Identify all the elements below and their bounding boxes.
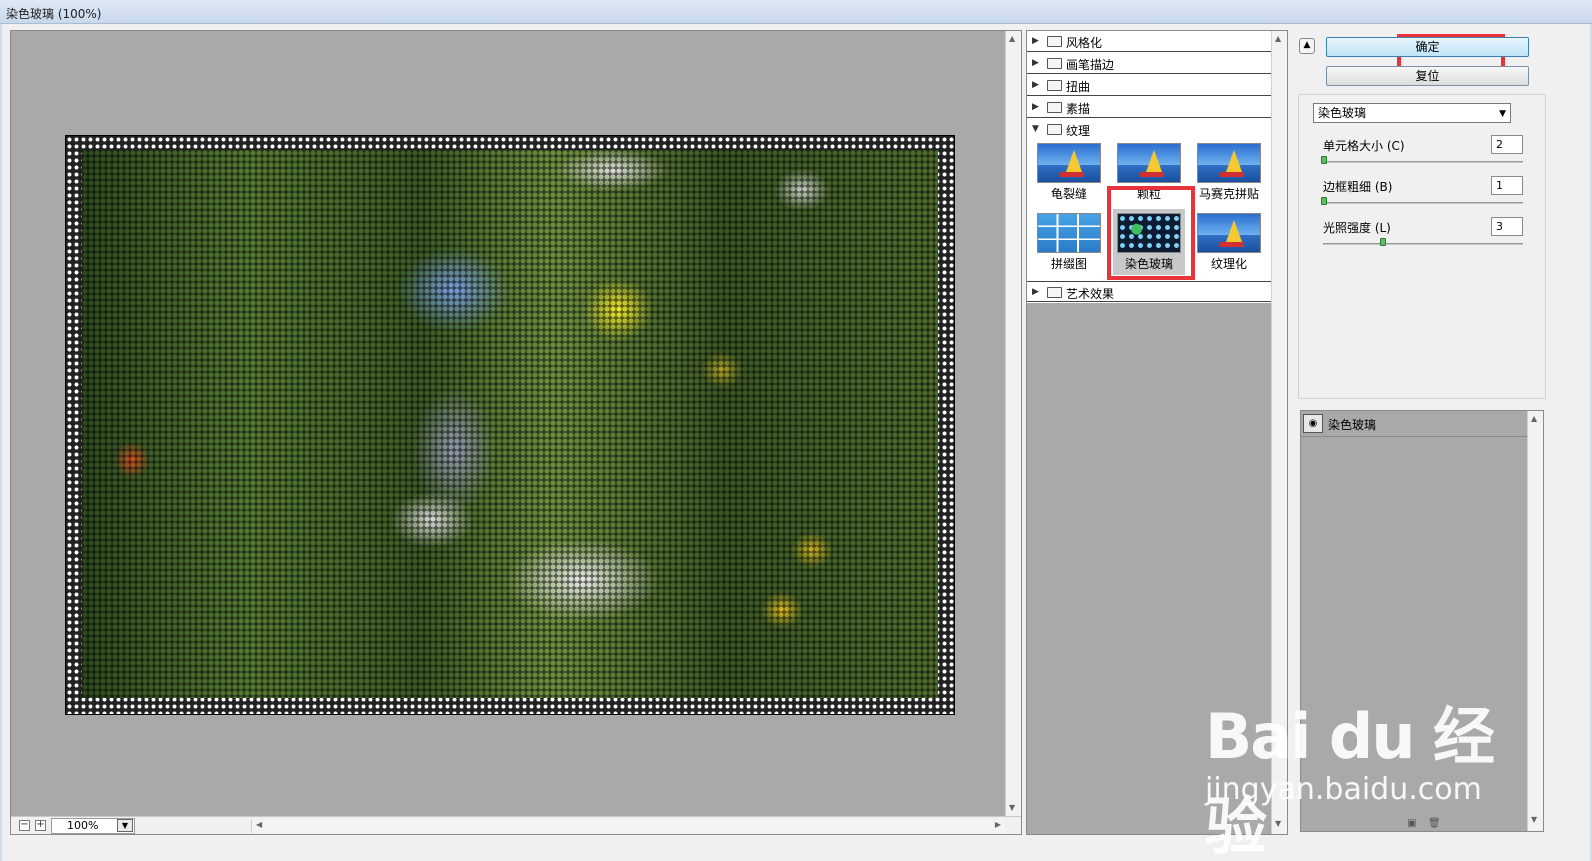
category-label: 纹理 bbox=[1066, 124, 1091, 138]
param-label: 光照强度 (L) bbox=[1323, 221, 1391, 235]
category-stylize[interactable]: ▶ 风格化 bbox=[1027, 31, 1271, 52]
filter-label: 龟裂缝 bbox=[1050, 187, 1087, 201]
scroll-up-icon[interactable]: ▲ bbox=[1009, 34, 1015, 43]
filter-label: 拼缀图 bbox=[1050, 257, 1087, 271]
zoom-in-button[interactable]: + bbox=[35, 820, 46, 831]
category-brush-strokes[interactable]: ▶ 画笔描边 bbox=[1027, 53, 1271, 74]
filter-stained-glass[interactable]: 染色玻璃 bbox=[1113, 209, 1185, 275]
category-artistic[interactable]: ▶ 艺术效果 bbox=[1027, 281, 1271, 302]
chevron-up-icon: ▲ bbox=[1303, 40, 1311, 50]
new-effect-layer-icon[interactable]: ▣ bbox=[1406, 818, 1418, 830]
preview-image bbox=[65, 135, 955, 715]
filter-category-list: ▶ 风格化 ▶ 画笔描边 ▶ 扭曲 ▶ 素描 ▼ 纹理 龟裂缝 颗粒 马赛克拼贴… bbox=[1027, 31, 1271, 303]
filter-mosaic-tiles[interactable]: 马赛克拼贴 bbox=[1193, 139, 1265, 205]
filter-patchwork[interactable]: 拼缀图 bbox=[1033, 209, 1105, 275]
preview-area[interactable]: ▲ ▼ − + 100% ▼ ◀ ▶ bbox=[10, 30, 1022, 835]
texturizer-thumbnail bbox=[1197, 213, 1261, 253]
param-label: 单元格大小 (C) bbox=[1323, 139, 1405, 153]
triangle-right-icon[interactable]: ▶ bbox=[1032, 287, 1039, 297]
light-intensity-slider-knob[interactable] bbox=[1380, 238, 1386, 246]
category-label: 素描 bbox=[1066, 102, 1091, 116]
zoom-dropdown-button[interactable]: ▼ bbox=[117, 819, 133, 832]
triangle-right-icon[interactable]: ▶ bbox=[1032, 36, 1039, 46]
effect-layer-name: 染色玻璃 bbox=[1328, 418, 1377, 432]
param-light-intensity: 光照强度 (L) 3 bbox=[1323, 217, 1523, 249]
collapse-gallery-button[interactable]: ▲ bbox=[1299, 38, 1315, 54]
folder-icon bbox=[1047, 80, 1062, 91]
category-distort[interactable]: ▶ 扭曲 bbox=[1027, 75, 1271, 96]
cell-size-slider[interactable] bbox=[1323, 161, 1523, 163]
folder-icon bbox=[1047, 58, 1062, 69]
category-label: 风格化 bbox=[1066, 36, 1103, 50]
eye-icon[interactable]: ◉ bbox=[1303, 414, 1323, 433]
filter-label: 纹理化 bbox=[1210, 257, 1247, 271]
light-intensity-slider[interactable] bbox=[1323, 243, 1523, 245]
cell-size-input[interactable]: 2 bbox=[1491, 135, 1523, 154]
trash-icon[interactable]: 🗑 bbox=[1428, 818, 1441, 830]
window-title: 染色玻璃 (100%) bbox=[6, 7, 102, 21]
scroll-up-icon[interactable]: ▲ bbox=[1531, 414, 1537, 423]
chevron-down-icon: ▼ bbox=[1499, 109, 1506, 119]
filter-label: 颗粒 bbox=[1136, 187, 1161, 201]
border-thickness-slider-knob[interactable] bbox=[1321, 197, 1327, 205]
preview-toolbar: − + 100% ▼ ◀ ▶ bbox=[11, 816, 1021, 834]
patchwork-thumbnail bbox=[1037, 213, 1101, 253]
triangle-right-icon[interactable]: ▶ bbox=[1032, 80, 1039, 90]
filter-craquelure[interactable]: 龟裂缝 bbox=[1033, 139, 1105, 205]
folder-open-icon bbox=[1047, 124, 1062, 135]
craquelure-thumbnail bbox=[1037, 143, 1101, 183]
grain-thumbnail bbox=[1117, 143, 1181, 183]
layers-scrollbar[interactable]: ▲ ▼ bbox=[1527, 411, 1543, 831]
param-border-thickness: 边框粗细 (B) 1 bbox=[1321, 176, 1523, 208]
scroll-down-icon[interactable]: ▼ bbox=[1275, 819, 1281, 828]
scroll-left-icon[interactable]: ◀ bbox=[256, 820, 262, 829]
scroll-up-icon[interactable]: ▲ bbox=[1275, 34, 1281, 43]
light-intensity-input[interactable]: 3 bbox=[1491, 217, 1523, 236]
folder-icon bbox=[1047, 287, 1062, 298]
param-label: 边框粗细 (B) bbox=[1323, 180, 1393, 194]
category-label: 画笔描边 bbox=[1066, 58, 1115, 72]
stained-glass-thumbnail bbox=[1117, 213, 1181, 253]
folder-icon bbox=[1047, 36, 1062, 47]
triangle-right-icon[interactable]: ▶ bbox=[1032, 58, 1039, 68]
chevron-down-icon: ▼ bbox=[121, 821, 129, 830]
filter-label: 染色玻璃 bbox=[1113, 255, 1185, 272]
category-sketch[interactable]: ▶ 素描 bbox=[1027, 97, 1271, 118]
scroll-down-icon[interactable]: ▼ bbox=[1531, 815, 1537, 824]
filter-select-value: 染色玻璃 bbox=[1318, 106, 1367, 120]
mosaic-tiles-thumbnail bbox=[1197, 143, 1261, 183]
scroll-right-icon[interactable]: ▶ bbox=[995, 820, 1001, 829]
border-thickness-input[interactable]: 1 bbox=[1491, 176, 1523, 195]
triangle-right-icon[interactable]: ▶ bbox=[1032, 102, 1039, 112]
effect-layers-panel: ◉ 染色玻璃 ▲ ▼ bbox=[1300, 410, 1544, 832]
triangle-down-icon[interactable]: ▼ bbox=[1032, 124, 1039, 134]
scroll-down-icon[interactable]: ▼ bbox=[1009, 803, 1015, 812]
folder-icon bbox=[1047, 102, 1062, 113]
filter-settings-panel: 染色玻璃 ▼ 单元格大小 (C) 2 边框粗细 (B) 1 光照强度 (L) 3 bbox=[1298, 94, 1546, 399]
filter-texturizer[interactable]: 纹理化 bbox=[1193, 209, 1265, 275]
stained-glass-preview bbox=[82, 150, 938, 698]
filter-list-scrollbar[interactable]: ▲ ▼ bbox=[1271, 31, 1287, 834]
category-label: 扭曲 bbox=[1066, 80, 1091, 94]
filter-select[interactable]: 染色玻璃 ▼ bbox=[1313, 103, 1511, 123]
category-texture[interactable]: ▼ 纹理 bbox=[1027, 119, 1271, 140]
filter-gallery-panel: ▶ 风格化 ▶ 画笔描边 ▶ 扭曲 ▶ 素描 ▼ 纹理 龟裂缝 颗粒 马赛克拼贴… bbox=[1026, 30, 1288, 835]
filter-label: 马赛克拼贴 bbox=[1198, 187, 1259, 201]
texture-filter-thumbnails: 龟裂缝 颗粒 马赛克拼贴 拼缀图 染色玻璃 纹理化 bbox=[1027, 139, 1271, 277]
effect-layer-row[interactable]: ◉ 染色玻璃 bbox=[1301, 411, 1529, 437]
border-thickness-slider[interactable] bbox=[1323, 202, 1523, 204]
zoom-out-button[interactable]: − bbox=[19, 820, 30, 831]
ok-button[interactable]: 确定 bbox=[1326, 37, 1529, 57]
preview-vertical-scrollbar[interactable]: ▲ ▼ bbox=[1005, 31, 1021, 817]
title-bar: 染色玻璃 (100%) bbox=[0, 0, 1592, 24]
preview-horizontal-scrollbar[interactable]: ◀ ▶ bbox=[251, 819, 1005, 833]
filter-grain[interactable]: 颗粒 bbox=[1113, 139, 1185, 205]
reset-button[interactable]: 复位 bbox=[1326, 66, 1529, 86]
category-label: 艺术效果 bbox=[1066, 287, 1115, 301]
cell-size-slider-knob[interactable] bbox=[1321, 156, 1327, 164]
param-cell-size: 单元格大小 (C) 2 bbox=[1321, 135, 1523, 167]
